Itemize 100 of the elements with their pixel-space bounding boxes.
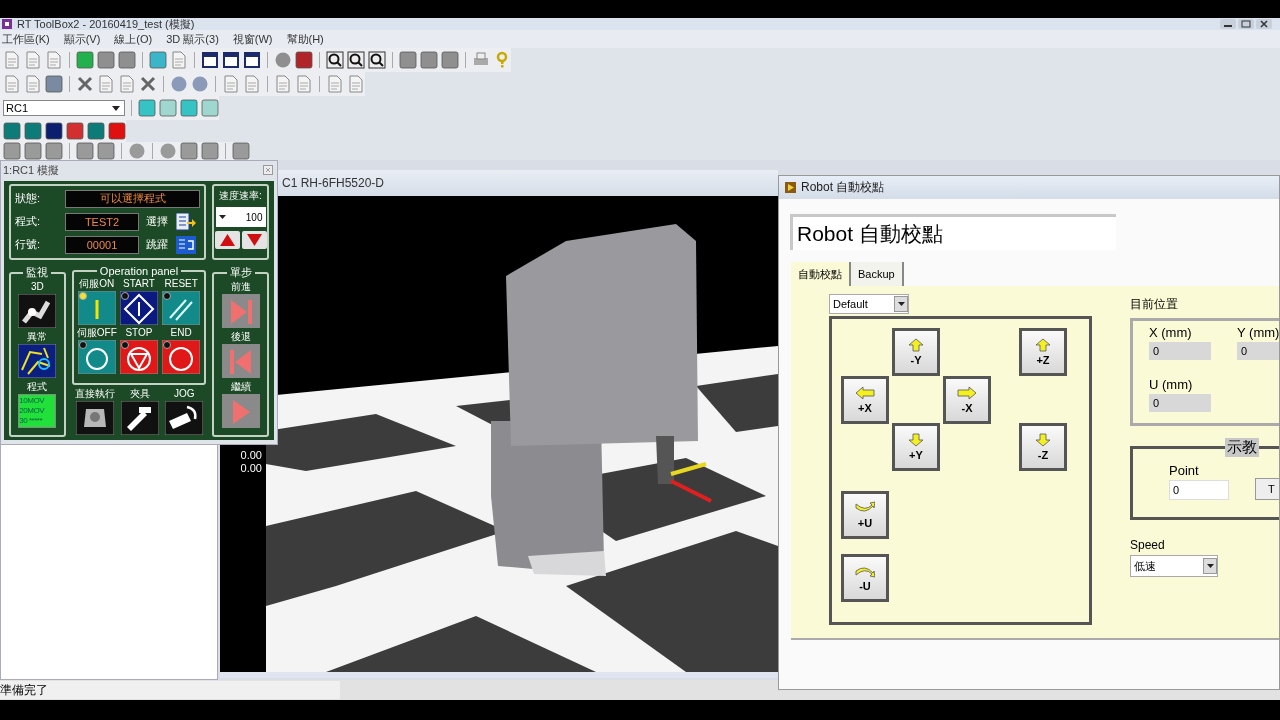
square-icon[interactable] <box>45 122 63 140</box>
jog-button[interactable] <box>165 401 204 435</box>
tab[interactable]: 自動校點 <box>791 262 851 286</box>
continue-button[interactable] <box>221 394 260 428</box>
circle-icon[interactable] <box>170 75 188 93</box>
minimize-icon[interactable] <box>1220 19 1236 29</box>
teach-button[interactable]: T <box>1255 478 1279 500</box>
preset-dropdown[interactable]: Default <box>829 294 909 314</box>
button-label: 伺服ON <box>79 277 115 290</box>
field-label: Y (mm) <box>1237 325 1279 340</box>
speed-dropdown[interactable]: 低速 <box>1130 555 1218 577</box>
program-line: 10MOV <box>19 396 46 406</box>
maximize-icon[interactable] <box>1238 19 1254 29</box>
jog-button[interactable]: -U <box>841 554 889 602</box>
page-icon[interactable] <box>3 51 21 69</box>
curved-arrow-icon <box>855 564 875 578</box>
field-label: 程式: <box>15 214 42 229</box>
up-arrow-button[interactable] <box>214 231 240 249</box>
down-arrow-icon <box>906 433 926 447</box>
menu-item[interactable]: 視窗(W) <box>232 31 273 47</box>
down-arrow-icon <box>1033 433 1053 447</box>
square-icon[interactable] <box>66 122 84 140</box>
menu-item[interactable]: 幫助(H) <box>286 31 324 47</box>
field-label: X (mm) <box>1149 325 1193 340</box>
start-button[interactable] <box>120 291 158 325</box>
step-back-button[interactable] <box>221 344 260 378</box>
jog-button[interactable]: -Y <box>892 328 940 376</box>
jump-button[interactable] <box>176 235 196 254</box>
step-forward-button[interactable] <box>221 294 260 328</box>
error-button[interactable] <box>18 344 57 378</box>
direct-run-button[interactable] <box>75 401 114 435</box>
magnifier-icon[interactable] <box>368 51 386 69</box>
window-title: 1:RC1 模擬 <box>3 162 60 178</box>
end-button[interactable] <box>162 340 201 374</box>
value-field: 0 <box>1149 394 1211 412</box>
jog-button[interactable]: +Y <box>892 423 940 471</box>
tab[interactable]: Backup <box>851 262 904 286</box>
button-label: 程式 <box>27 380 48 393</box>
circle-icon[interactable] <box>159 142 177 160</box>
window-icon[interactable] <box>243 51 261 69</box>
up-arrow-icon <box>1033 338 1053 352</box>
square-icon[interactable] <box>108 122 126 140</box>
dialog-heading: Robot 自動校點 <box>790 214 1116 250</box>
button-label: STOP <box>125 326 153 339</box>
menu-item[interactable]: 線上(O) <box>114 31 153 47</box>
menu-item[interactable]: 工作區(K) <box>2 31 50 47</box>
close-icon[interactable] <box>1256 19 1272 29</box>
window-icon[interactable] <box>222 51 240 69</box>
page-icon[interactable] <box>243 75 261 93</box>
page-icon[interactable] <box>45 51 63 69</box>
app-icon <box>785 182 796 193</box>
button-label: END <box>170 326 192 339</box>
group-title: 監視 <box>25 265 50 280</box>
hand-button[interactable] <box>121 401 159 435</box>
caret-icon <box>218 215 226 219</box>
jog-button[interactable]: -X <box>943 376 991 424</box>
button-label: 後退 <box>230 330 251 343</box>
select-program-button[interactable] <box>176 212 196 231</box>
left-arrow-icon <box>855 386 875 400</box>
curved-arrow-icon <box>855 501 875 515</box>
program-button[interactable]: 10MOV 20MOV 30 ***** <box>18 394 57 428</box>
reset-button[interactable] <box>162 291 201 325</box>
circle-icon[interactable] <box>274 51 292 69</box>
field-label: 狀態: <box>15 191 42 206</box>
program-line: 20MOV <box>19 406 46 416</box>
magnifier-icon[interactable] <box>326 51 344 69</box>
page-icon[interactable] <box>170 51 188 69</box>
window-icon[interactable] <box>201 51 219 69</box>
page-icon[interactable] <box>347 75 365 93</box>
servo-off-button[interactable] <box>77 340 116 374</box>
square-icon[interactable] <box>295 51 313 69</box>
page-icon[interactable] <box>24 51 42 69</box>
page-icon[interactable] <box>3 75 21 93</box>
page-icon[interactable] <box>24 75 42 93</box>
jog-button[interactable]: -Z <box>1019 423 1067 471</box>
action-label: 跳躍 <box>146 237 168 252</box>
page-icon[interactable] <box>222 75 240 93</box>
servo-on-button[interactable] <box>77 291 116 325</box>
jog-button[interactable]: +X <box>841 376 889 424</box>
page-icon[interactable] <box>274 75 292 93</box>
cross-icon[interactable] <box>139 75 157 93</box>
page-icon[interactable] <box>295 75 313 93</box>
down-arrow-button[interactable] <box>241 231 267 249</box>
jog-button[interactable]: +U <box>841 491 889 539</box>
magnifier-icon[interactable] <box>347 51 365 69</box>
page-icon[interactable] <box>326 75 344 93</box>
group-title: 示教 <box>1225 438 1259 457</box>
jog-button[interactable]: +Z <box>1019 328 1067 376</box>
circle-icon[interactable] <box>191 75 209 93</box>
menu-item[interactable]: 顯示(V) <box>63 31 101 47</box>
point-field[interactable]: 0 <box>1169 480 1229 500</box>
status-display: 00001 <box>65 235 139 254</box>
menu-item[interactable]: 3D 顯示(3) <box>166 31 219 47</box>
robot-view-button[interactable] <box>18 294 57 328</box>
caret-icon <box>897 302 905 306</box>
status-display: TEST2 <box>65 212 139 231</box>
speed-field[interactable]: 100 <box>215 207 266 227</box>
stop-button[interactable] <box>120 340 158 374</box>
cross-icon[interactable] <box>76 75 94 93</box>
controller-select[interactable]: RC1 <box>3 100 125 116</box>
